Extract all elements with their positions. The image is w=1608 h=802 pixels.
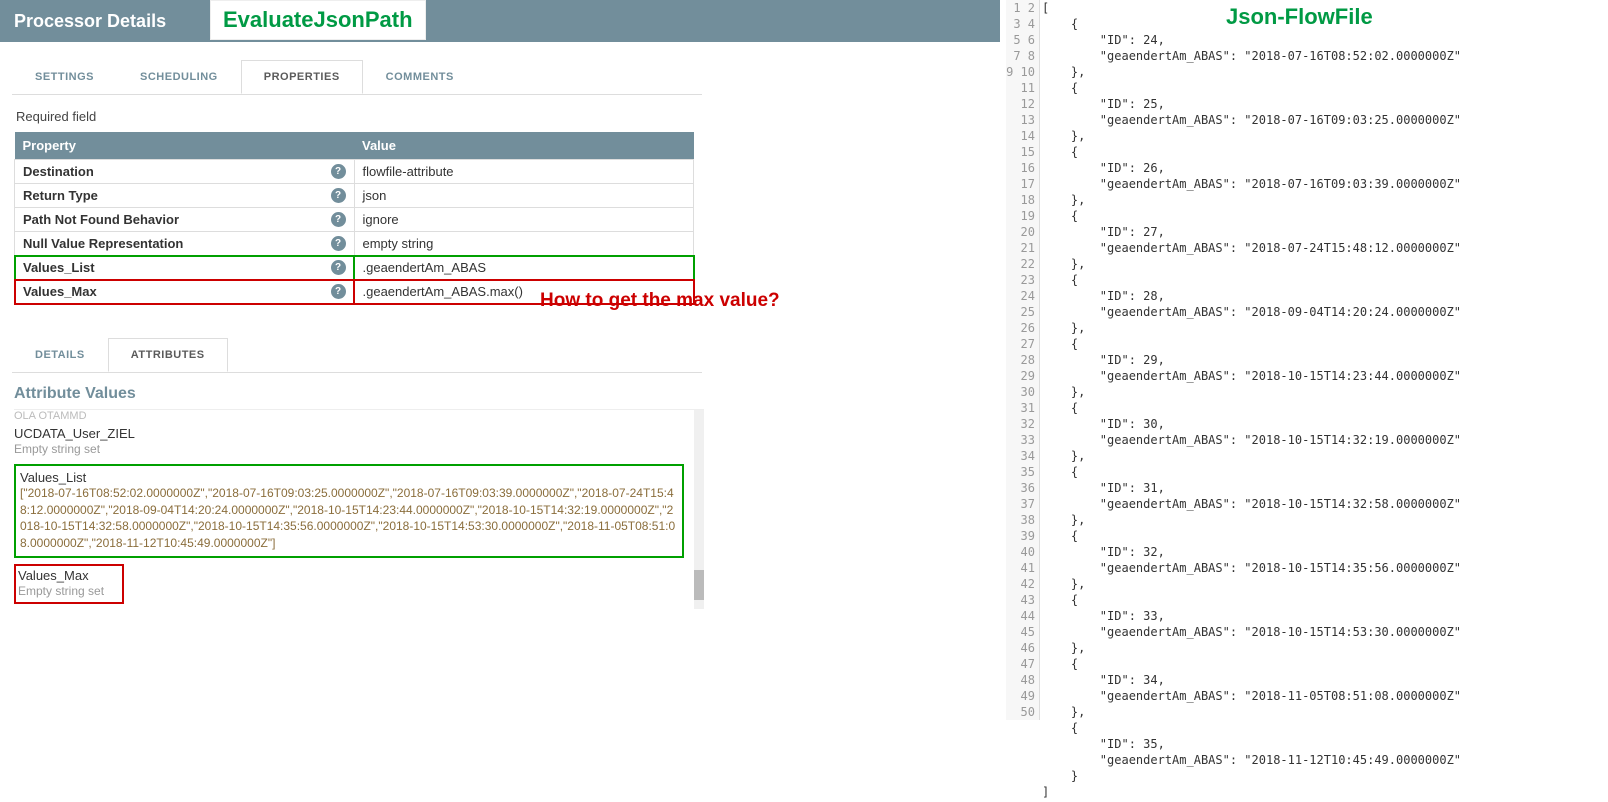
dialog-title: Processor Details [14,11,166,32]
col-value: Value [354,132,694,160]
scrollbar[interactable] [694,410,704,609]
nifi-processor-details-panel: Processor Details EvaluateJsonPath SETTI… [0,0,1000,609]
attributes-scroll-area: OLA OTAMMD UCDATA_User_ZIEL Empty string… [14,409,704,609]
tab-attributes[interactable]: ATTRIBUTES [108,338,228,372]
bottom-tabs: DETAILS ATTRIBUTES [12,338,702,373]
tab-scheduling[interactable]: SCHEDULING [117,60,241,94]
attribute-highlight-red: Values_Max Empty string set [14,564,124,604]
annotation-processor-name: EvaluateJsonPath [210,0,426,40]
prop-value[interactable]: .geaendertAm_ABAS [354,256,694,280]
prop-name: Null Value Representation [23,236,183,251]
table-row: Return Type? json [15,184,694,208]
dialog-header: Processor Details [0,0,1000,42]
help-icon[interactable]: ? [331,236,346,251]
prop-value[interactable]: ignore [354,208,694,232]
line-number-gutter: 1 2 3 4 5 6 7 8 9 10 11 12 13 14 15 16 1… [1006,0,1040,720]
json-flowfile-title: Json-FlowFile [1226,4,1373,30]
prop-value[interactable]: json [354,184,694,208]
prop-value[interactable]: flowfile-attribute [354,160,694,184]
attribute-values-title: Attribute Values [14,385,1000,403]
annotation-question: How to get the max value? [540,290,780,312]
attr-name: Values_Max [18,568,120,583]
help-icon[interactable]: ? [331,188,346,203]
help-icon[interactable]: ? [331,260,346,275]
top-tabs: SETTINGS SCHEDULING PROPERTIES COMMENTS [12,60,702,95]
help-icon[interactable]: ? [331,212,346,227]
prop-name: Destination [23,164,94,179]
annotation-text: EvaluateJsonPath [223,7,413,33]
help-icon[interactable]: ? [331,164,346,179]
attr-value: Empty string set [14,441,684,458]
attr-name: UCDATA_User_ZIEL [14,426,684,441]
prop-name: Values_Max [23,284,97,299]
required-field-label: Required field [16,109,1000,124]
table-row-highlight-green: Values_List? .geaendertAm_ABAS [15,256,694,280]
table-row: Path Not Found Behavior? ignore [15,208,694,232]
tab-details[interactable]: DETAILS [12,338,108,372]
tab-settings[interactable]: SETTINGS [12,60,117,94]
prop-name: Return Type [23,188,98,203]
tab-comments[interactable]: COMMENTS [363,60,477,94]
scroll-thumb[interactable] [694,570,704,600]
attr-name-cut: OLA OTAMMD [14,410,684,422]
properties-table: Property Value Destination? flowfile-att… [14,132,694,304]
tab-properties[interactable]: PROPERTIES [241,60,363,94]
attr-value: ["2018-07-16T08:52:02.0000000Z","2018-07… [20,485,678,552]
table-row: Destination? flowfile-attribute [15,160,694,184]
prop-name: Path Not Found Behavior [23,212,179,227]
help-icon[interactable]: ? [331,284,346,299]
prop-value[interactable]: empty string [354,232,694,256]
col-property: Property [15,132,355,160]
attr-name: Values_List [20,470,678,485]
prop-name: Values_List [23,260,95,275]
json-flowfile-panel: Json-FlowFile 1 2 3 4 5 6 7 8 9 10 11 12… [1006,0,1606,800]
table-row: Null Value Representation? empty string [15,232,694,256]
attribute-highlight-green: Values_List ["2018-07-16T08:52:02.000000… [14,464,684,558]
json-code-view[interactable]: [ { "ID": 24, "geaendertAm_ABAS": "2018-… [1042,0,1606,800]
attr-value: Empty string set [18,583,120,600]
attribute-item: UCDATA_User_ZIEL Empty string set [14,422,684,462]
